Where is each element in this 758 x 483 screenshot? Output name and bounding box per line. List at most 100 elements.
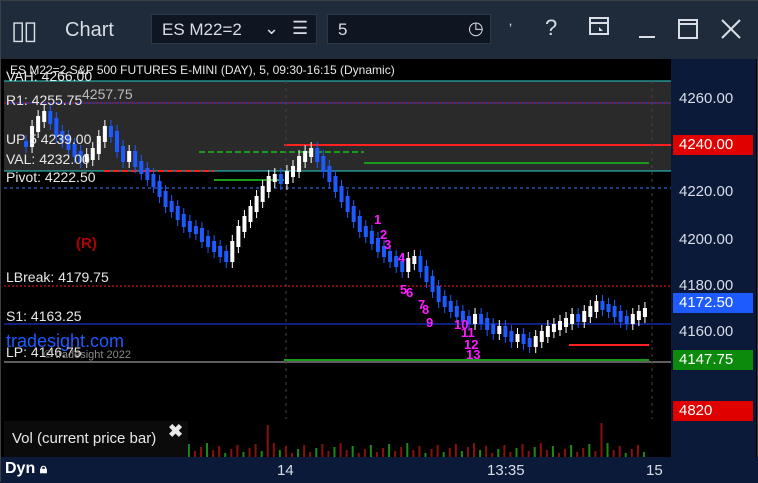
candle-body [636,311,641,320]
candle-body [108,126,113,137]
dyn-label: Dyn [5,460,36,477]
maximize-icon[interactable] [677,18,699,46]
volume-bar [570,445,573,457]
candle-body [139,161,144,174]
candle-body [564,318,569,327]
vah-label: VAH: 4266.00 [6,68,93,84]
candle-body [297,156,302,172]
candle-body [121,146,126,162]
candle-body [509,331,514,342]
volume-bar [284,446,287,457]
minimize-icon[interactable] [637,19,657,45]
price-tick: 4220.00 [679,183,734,200]
volume-bar [600,423,603,457]
volume-bar [412,450,415,457]
candle-body [624,316,629,324]
volume-bar [436,445,439,457]
time-label: 15 [646,462,663,479]
volume-bar [466,447,469,457]
volume-bar [618,446,621,457]
symbol-value: ES M22=2 [162,20,242,39]
interval-selector[interactable]: 5 ◷ [327,14,491,44]
layout-icon[interactable] [588,15,610,43]
price-axis[interactable]: 4260.00 4240.00 4220.00 4200.00 4180.00 … [671,59,756,419]
time-axis[interactable]: Dyn 🔒︎ 14 13:35 15 [1,457,758,483]
candle-body [448,301,453,312]
volume-value-tag: 4820 [673,401,753,421]
candle-body [175,206,180,220]
candle-body [309,148,314,157]
volume-bar [321,444,324,457]
candle-body [412,256,417,264]
volume-bar [630,449,633,457]
candle-body [442,296,447,307]
volume-bar [545,450,548,457]
close-icon[interactable] [720,18,742,46]
sequence-count-label: 4 [398,250,406,265]
candle-body [284,171,289,184]
sequence-count-label: 6 [406,285,413,300]
up-label: UP 5 4239.00 [6,131,92,147]
volume-bar [454,444,457,457]
clock-icon[interactable]: ◷ [468,18,484,39]
candle-body [315,148,320,162]
candle-body [424,266,429,282]
volume-bar [339,443,342,457]
title-bar: ▯▯ Chart ES M22=2 ⌄ ☰ 5 ◷ ʼ ? [1,1,758,59]
candle-body [600,301,605,310]
candle-body [187,221,192,232]
candle-body [533,336,538,347]
volume-bar [382,448,385,457]
price-chart[interactable]: 1 2 3 4 5 6 7 8 9 10 11 12 13 ES M22=2 S&P 500 FUTUR… [4,59,671,419]
volume-bar [485,446,488,457]
time-label: 13:35 [487,462,525,479]
candle-body [254,196,259,212]
candle-body [236,226,241,247]
s1-label: S1: 4163.25 [6,308,82,324]
candle-body [48,111,53,124]
candle-body [278,174,283,184]
candle-body [594,301,599,312]
chevron-down-icon[interactable]: ⌄ [264,18,279,39]
candle-body [169,201,174,212]
candle-body [430,276,435,292]
app-title: Chart [65,19,114,41]
price-tick: 4180.00 [679,277,734,294]
candle-body [527,338,532,347]
candle-body [115,131,120,152]
volume-bar [400,447,403,457]
dyn-mode[interactable]: Dyn 🔒︎ [5,460,47,478]
price-tick: 4160.00 [679,323,734,340]
volume-bar [333,447,336,457]
candle-body [145,168,150,180]
price-tag-red: 4240.00 [673,135,753,155]
lock-icon[interactable]: 🔒︎ [40,460,47,476]
symbol-selector[interactable]: ES M22=2 ⌄ ☰ [151,14,317,44]
candle-body [90,148,95,160]
sequence-count-label: 13 [466,347,480,362]
volume-bar [636,445,639,457]
candle-body [102,126,107,142]
tilde-icon[interactable]: ʼ [509,21,512,37]
candle-body [199,228,204,242]
price-chart-svg: 123456789 10111213 [4,80,671,419]
candle-body [351,206,356,222]
candle-body [582,311,587,322]
help-icon[interactable]: ? [545,15,557,41]
volume-axis: 4820 [671,401,756,457]
candle-body [266,176,271,192]
grid-icon[interactable]: ▯▯ [11,15,38,46]
candle-body [42,111,47,122]
candle-body [193,226,198,234]
volume-bar [303,445,306,457]
candle-body [479,314,484,324]
close-icon[interactable]: ✖ [168,421,183,442]
volume-bar [212,450,215,457]
volume-bar [473,443,476,457]
candle-body [454,306,459,317]
candle-body [503,326,508,337]
volume-bar [606,443,609,457]
candle-body [363,226,368,237]
list-icon[interactable]: ☰ [292,18,308,39]
sequence-labels-group: 123456789 10111213 [374,212,480,362]
